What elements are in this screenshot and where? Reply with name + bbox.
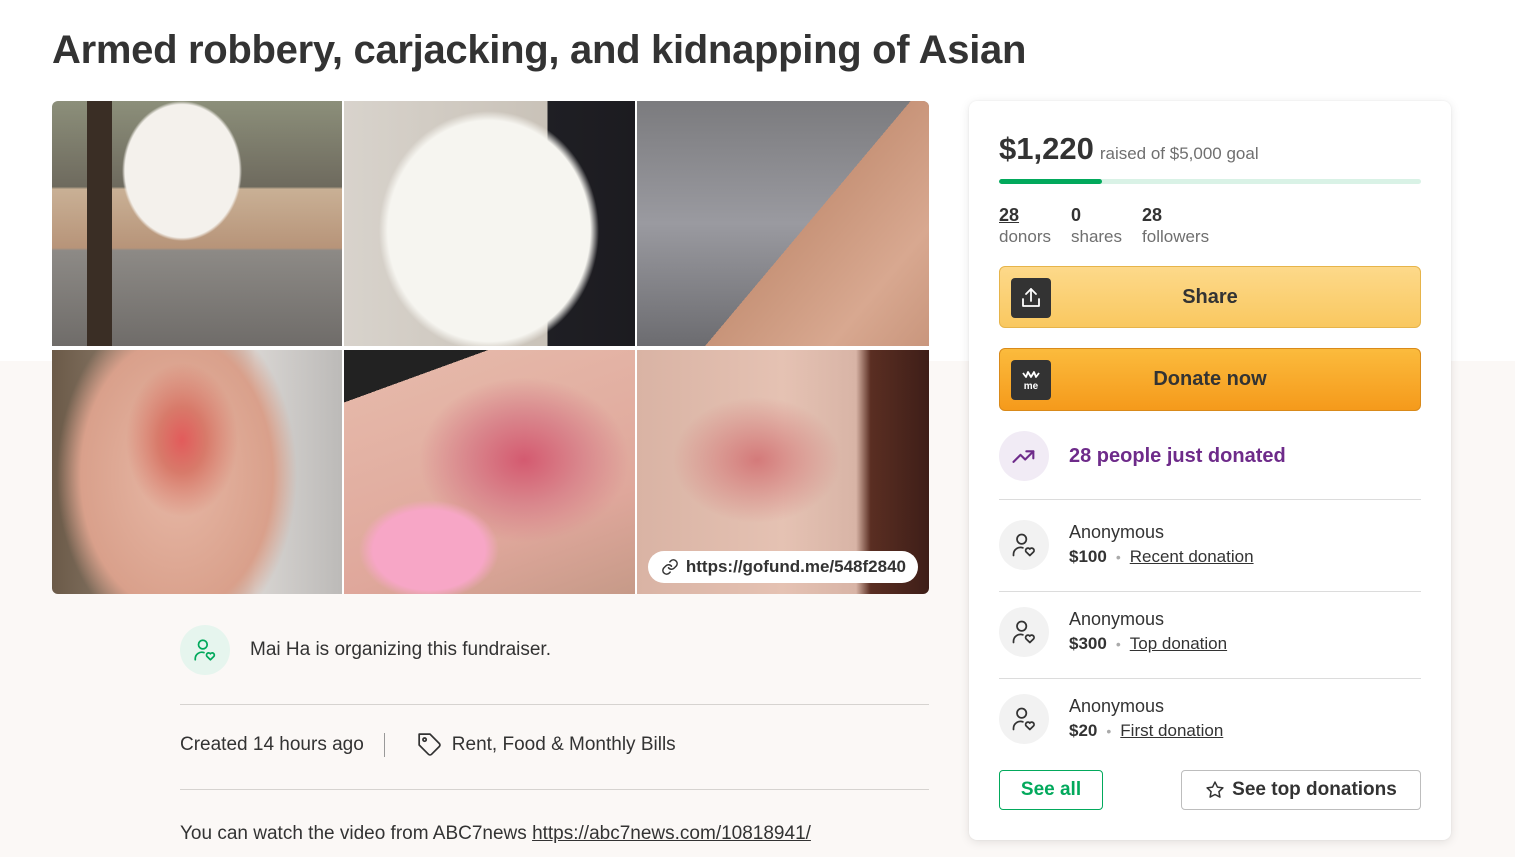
meta-separator <box>383 733 385 757</box>
donors-count[interactable]: 28 <box>999 204 1051 226</box>
organizer-row: Mai Ha is organizing this fundraiser. <box>180 625 551 675</box>
category-label: Rent, Food & Monthly Bills <box>451 734 676 755</box>
gallery-photo[interactable] <box>344 101 635 346</box>
stat-donors[interactable]: 28 donors <box>999 204 1051 248</box>
donors-label: donors <box>999 227 1051 246</box>
raised-amount: $1,220 <box>999 131 1094 166</box>
page-title: Armed robbery, carjacking, and kidnappin… <box>52 28 1027 72</box>
donor-avatar-icon <box>999 607 1049 657</box>
organizer-heart-icon <box>194 639 216 661</box>
see-top-donations-button[interactable]: See top donations <box>1181 770 1421 810</box>
recent-donations-banner: 28 people just donated <box>999 431 1286 481</box>
amount-raised: $1,220 raised of $5,000 goal <box>999 131 1259 167</box>
story-body: You can watch the video from ABC7news <box>180 823 533 844</box>
share-button[interactable]: Share <box>999 266 1421 328</box>
see-all-button[interactable]: See all <box>999 770 1103 810</box>
divider <box>999 591 1421 592</box>
story-text: You can watch the video from ABC7news ht… <box>180 823 811 845</box>
stat-shares: 0 shares <box>1071 204 1122 248</box>
organizer-text: Mai Ha is organizing this fundraiser. <box>250 639 551 660</box>
trending-up-icon <box>999 431 1049 481</box>
donor-name: Anonymous <box>1069 522 1165 542</box>
divider <box>180 789 929 790</box>
divider <box>999 499 1421 500</box>
progress-bar <box>999 179 1421 184</box>
donor-name: Anonymous <box>1069 609 1165 629</box>
created-time: Created 14 hours ago <box>180 734 364 755</box>
gallery-photo[interactable] <box>52 101 342 346</box>
donation-amount: $300 <box>1069 634 1107 653</box>
short-link-pill[interactable]: https://gofund.me/548f2840 <box>647 551 918 583</box>
tag-icon <box>418 733 441 756</box>
gallery-photo[interactable] <box>52 350 342 594</box>
donate-now-button[interactable]: me Donate now <box>999 348 1421 411</box>
svg-text:me: me <box>1024 381 1039 392</box>
donation-item: Anonymous $20 • First donation <box>999 694 1223 744</box>
donation-card: $1,220 raised of $5,000 goal 28 donors 0… <box>969 101 1451 840</box>
share-label: Share <box>1182 285 1238 308</box>
category-link[interactable]: Rent, Food & Monthly Bills <box>417 732 676 758</box>
stats-row: 28 donors 0 shares 28 followers <box>999 204 1209 248</box>
organizer-avatar <box>180 625 230 675</box>
gofundme-logo-icon: me <box>1011 360 1051 400</box>
gallery-photo[interactable] <box>344 350 635 594</box>
shares-count: 0 <box>1070 205 1081 225</box>
gallery-photo[interactable] <box>637 101 929 346</box>
goal-text: raised of $5,000 goal <box>1099 144 1259 163</box>
donor-avatar-icon <box>999 520 1049 570</box>
divider <box>180 704 929 705</box>
followers-count: 28 <box>1142 205 1163 225</box>
shares-label: shares <box>1070 227 1123 246</box>
bullet-separator: • <box>1115 549 1121 565</box>
donor-avatar-icon <box>999 694 1049 744</box>
progress-fill <box>999 179 1102 184</box>
donation-type-link[interactable]: First donation <box>1120 718 1223 744</box>
link-icon <box>662 559 678 575</box>
followers-label: followers <box>1142 227 1210 246</box>
donation-type-link[interactable]: Top donation <box>1130 631 1227 657</box>
story-video-link[interactable]: https://abc7news.com/10818941/ <box>532 823 811 844</box>
donation-type-link[interactable]: Recent donation <box>1130 544 1254 570</box>
divider <box>999 678 1421 679</box>
fundraiser-meta: Created 14 hours ago Rent, Food & Monthl… <box>180 732 676 758</box>
bullet-separator: • <box>1106 723 1112 739</box>
donation-item: Anonymous $100 • Recent donation <box>999 520 1254 570</box>
bullet-separator: • <box>1115 636 1121 652</box>
photo-gallery[interactable]: https://gofund.me/548f2840 <box>52 101 929 594</box>
donor-name: Anonymous <box>1069 696 1165 716</box>
short-link-text: https://gofund.me/548f2840 <box>685 557 906 576</box>
donate-label: Donate now <box>1153 368 1267 390</box>
donation-item: Anonymous $300 • Top donation <box>999 607 1227 657</box>
donation-amount: $20 <box>1069 721 1098 740</box>
donation-amount: $100 <box>1069 547 1107 566</box>
stat-followers: 28 followers <box>1142 204 1209 248</box>
star-icon <box>1206 781 1224 798</box>
share-icon <box>1011 278 1051 318</box>
recent-donations-text: 28 people just donated <box>1069 444 1286 467</box>
see-top-label: See top donations <box>1232 779 1397 800</box>
